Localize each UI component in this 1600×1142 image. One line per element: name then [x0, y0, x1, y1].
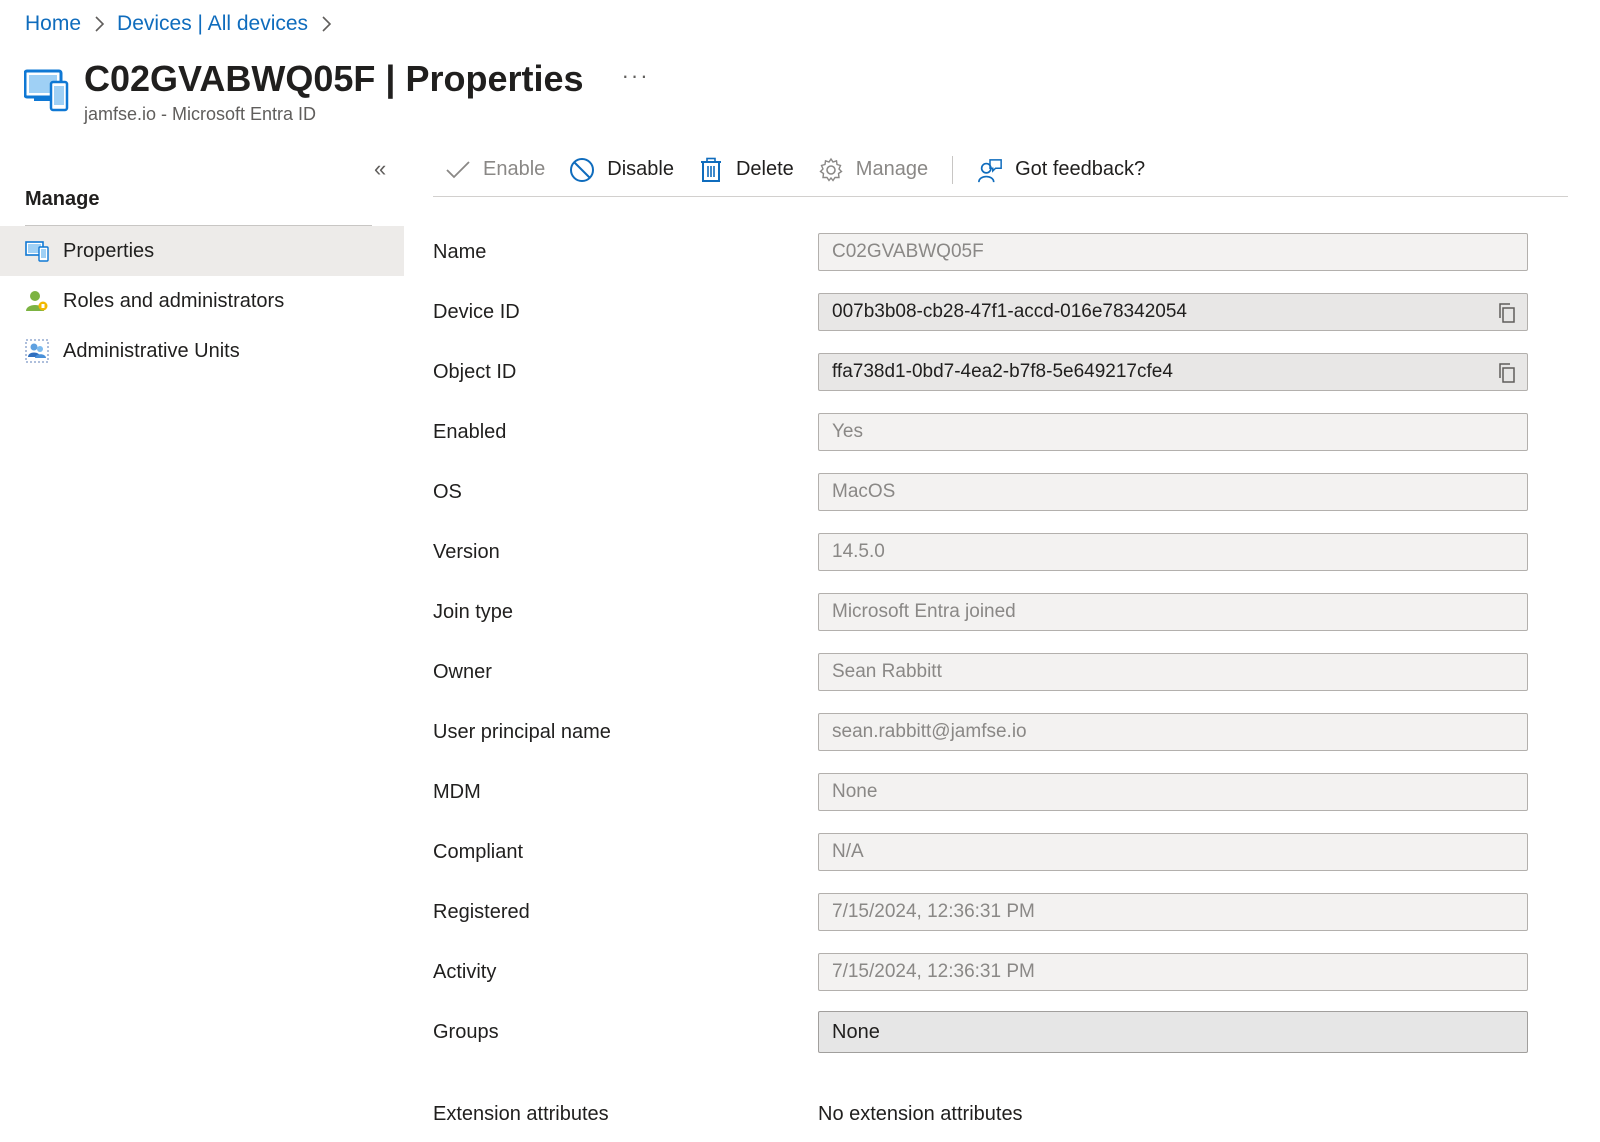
join-type-field[interactable]: Microsoft Entra joined	[818, 593, 1528, 631]
chevron-right-icon	[320, 15, 332, 33]
property-row-extension-attributes: Extension attributes No extension attrib…	[433, 1062, 1533, 1126]
enabled-label: Enabled	[433, 420, 507, 443]
properties-form: Name C02GVABWQ05F Device ID 007b3b08-cb2…	[433, 222, 1533, 1126]
property-row-upn: User principal name sean.rabbitt@jamfse.…	[433, 702, 1533, 762]
property-row-registered: Registered 7/15/2024, 12:36:31 PM	[433, 882, 1533, 942]
device-icon	[23, 68, 70, 114]
command-bar: Enable Disable Delete Manage Got feedbac…	[433, 143, 1568, 197]
sidebar-section-manage: Manage	[25, 188, 372, 226]
join-type-label: Join type	[433, 600, 514, 623]
delete-button[interactable]: Delete	[698, 157, 794, 183]
page-subtitle: jamfse.io - Microsoft Entra ID	[84, 104, 317, 124]
upn-field[interactable]: sean.rabbitt@jamfse.io	[818, 713, 1528, 751]
extension-attributes-label: Extension attributes	[433, 1103, 609, 1125]
property-row-name: Name C02GVABWQ05F	[433, 222, 1533, 282]
breadcrumb-home-link[interactable]: Home	[25, 12, 81, 36]
page-header: C02GVABWQ05F | Properties ··· jamfse.io …	[23, 58, 650, 125]
device-id-label: Device ID	[433, 300, 520, 323]
sidebar-item-label: Properties	[63, 239, 155, 262]
groups-label: Groups	[433, 1020, 499, 1043]
property-row-owner: Owner Sean Rabbitt	[433, 642, 1533, 702]
owner-label: Owner	[433, 660, 492, 683]
extension-attributes-value: No extension attributes	[818, 1103, 1023, 1125]
sidebar-item-roles[interactable]: Roles and administrators	[0, 276, 404, 326]
page-title: C02GVABWQ05F | Properties	[84, 58, 584, 99]
admin-units-icon	[25, 339, 49, 363]
property-row-os: OS MacOS	[433, 462, 1533, 522]
enable-button[interactable]: Enable	[445, 157, 545, 183]
property-row-version: Version 14.5.0	[433, 522, 1533, 582]
groups-field[interactable]: None	[818, 1011, 1528, 1053]
compliant-field[interactable]: N/A	[818, 833, 1528, 871]
roles-icon	[25, 289, 49, 313]
disable-button[interactable]: Disable	[569, 157, 674, 183]
sidebar: Manage Properties Roles and administrato…	[0, 188, 404, 376]
manage-button-label: Manage	[855, 158, 929, 180]
gear-icon	[818, 157, 844, 183]
property-row-compliant: Compliant N/A	[433, 822, 1533, 882]
copy-icon[interactable]	[1496, 302, 1518, 324]
property-row-mdm: MDM None	[433, 762, 1533, 822]
sidebar-item-admin-units[interactable]: Administrative Units	[0, 326, 404, 376]
sidebar-item-properties[interactable]: Properties	[0, 226, 404, 276]
feedback-icon	[977, 157, 1003, 183]
device-id-value: 007b3b08-cb28-47f1-accd-016e78342054	[832, 301, 1187, 322]
object-id-label: Object ID	[433, 360, 517, 383]
sidebar-item-label: Administrative Units	[63, 339, 240, 362]
owner-field[interactable]: Sean Rabbitt	[818, 653, 1528, 691]
block-icon	[569, 157, 595, 183]
object-id-value: ffa738d1-0bd7-4ea2-b7f8-5e649217cfe4	[832, 361, 1173, 382]
device-properties-icon	[25, 239, 49, 263]
mdm-label: MDM	[433, 780, 481, 803]
name-field[interactable]: C02GVABWQ05F	[818, 233, 1528, 271]
registered-field[interactable]: 7/15/2024, 12:36:31 PM	[818, 893, 1528, 931]
upn-label: User principal name	[433, 720, 611, 743]
property-row-groups: Groups None	[433, 1002, 1533, 1062]
name-label: Name	[433, 240, 487, 263]
object-id-field[interactable]: ffa738d1-0bd7-4ea2-b7f8-5e649217cfe4	[818, 353, 1528, 391]
registered-label: Registered	[433, 900, 530, 923]
enable-button-label: Enable	[483, 158, 546, 180]
feedback-button[interactable]: Got feedback?	[977, 157, 1145, 183]
manage-button[interactable]: Manage	[818, 157, 928, 183]
device-id-field[interactable]: 007b3b08-cb28-47f1-accd-016e78342054	[818, 293, 1528, 331]
sidebar-item-label: Roles and administrators	[63, 289, 285, 312]
checkmark-icon	[445, 157, 471, 183]
trash-icon	[698, 157, 724, 183]
activity-field[interactable]: 7/15/2024, 12:36:31 PM	[818, 953, 1528, 991]
property-row-object-id: Object ID ffa738d1-0bd7-4ea2-b7f8-5e6492…	[433, 342, 1533, 402]
breadcrumb-devices-link[interactable]: Devices | All devices	[117, 12, 308, 36]
more-options-button[interactable]: ···	[622, 63, 650, 89]
version-field[interactable]: 14.5.0	[818, 533, 1528, 571]
compliant-label: Compliant	[433, 840, 524, 863]
collapse-sidebar-button[interactable]: «	[374, 156, 386, 182]
property-row-device-id: Device ID 007b3b08-cb28-47f1-accd-016e78…	[433, 282, 1533, 342]
enabled-field[interactable]: Yes	[818, 413, 1528, 451]
breadcrumb: Home Devices | All devices	[25, 12, 344, 36]
feedback-button-label: Got feedback?	[1015, 158, 1146, 180]
property-row-enabled: Enabled Yes	[433, 402, 1533, 462]
os-label: OS	[433, 480, 462, 503]
toolbar-divider	[952, 155, 954, 184]
disable-button-label: Disable	[607, 158, 674, 180]
property-row-activity: Activity 7/15/2024, 12:36:31 PM	[433, 942, 1533, 1002]
os-field[interactable]: MacOS	[818, 473, 1528, 511]
property-row-join-type: Join type Microsoft Entra joined	[433, 582, 1533, 642]
activity-label: Activity	[433, 960, 497, 983]
mdm-field[interactable]: None	[818, 773, 1528, 811]
chevron-right-icon	[93, 15, 105, 33]
version-label: Version	[433, 540, 500, 563]
delete-button-label: Delete	[735, 158, 794, 180]
copy-icon[interactable]	[1496, 362, 1518, 384]
